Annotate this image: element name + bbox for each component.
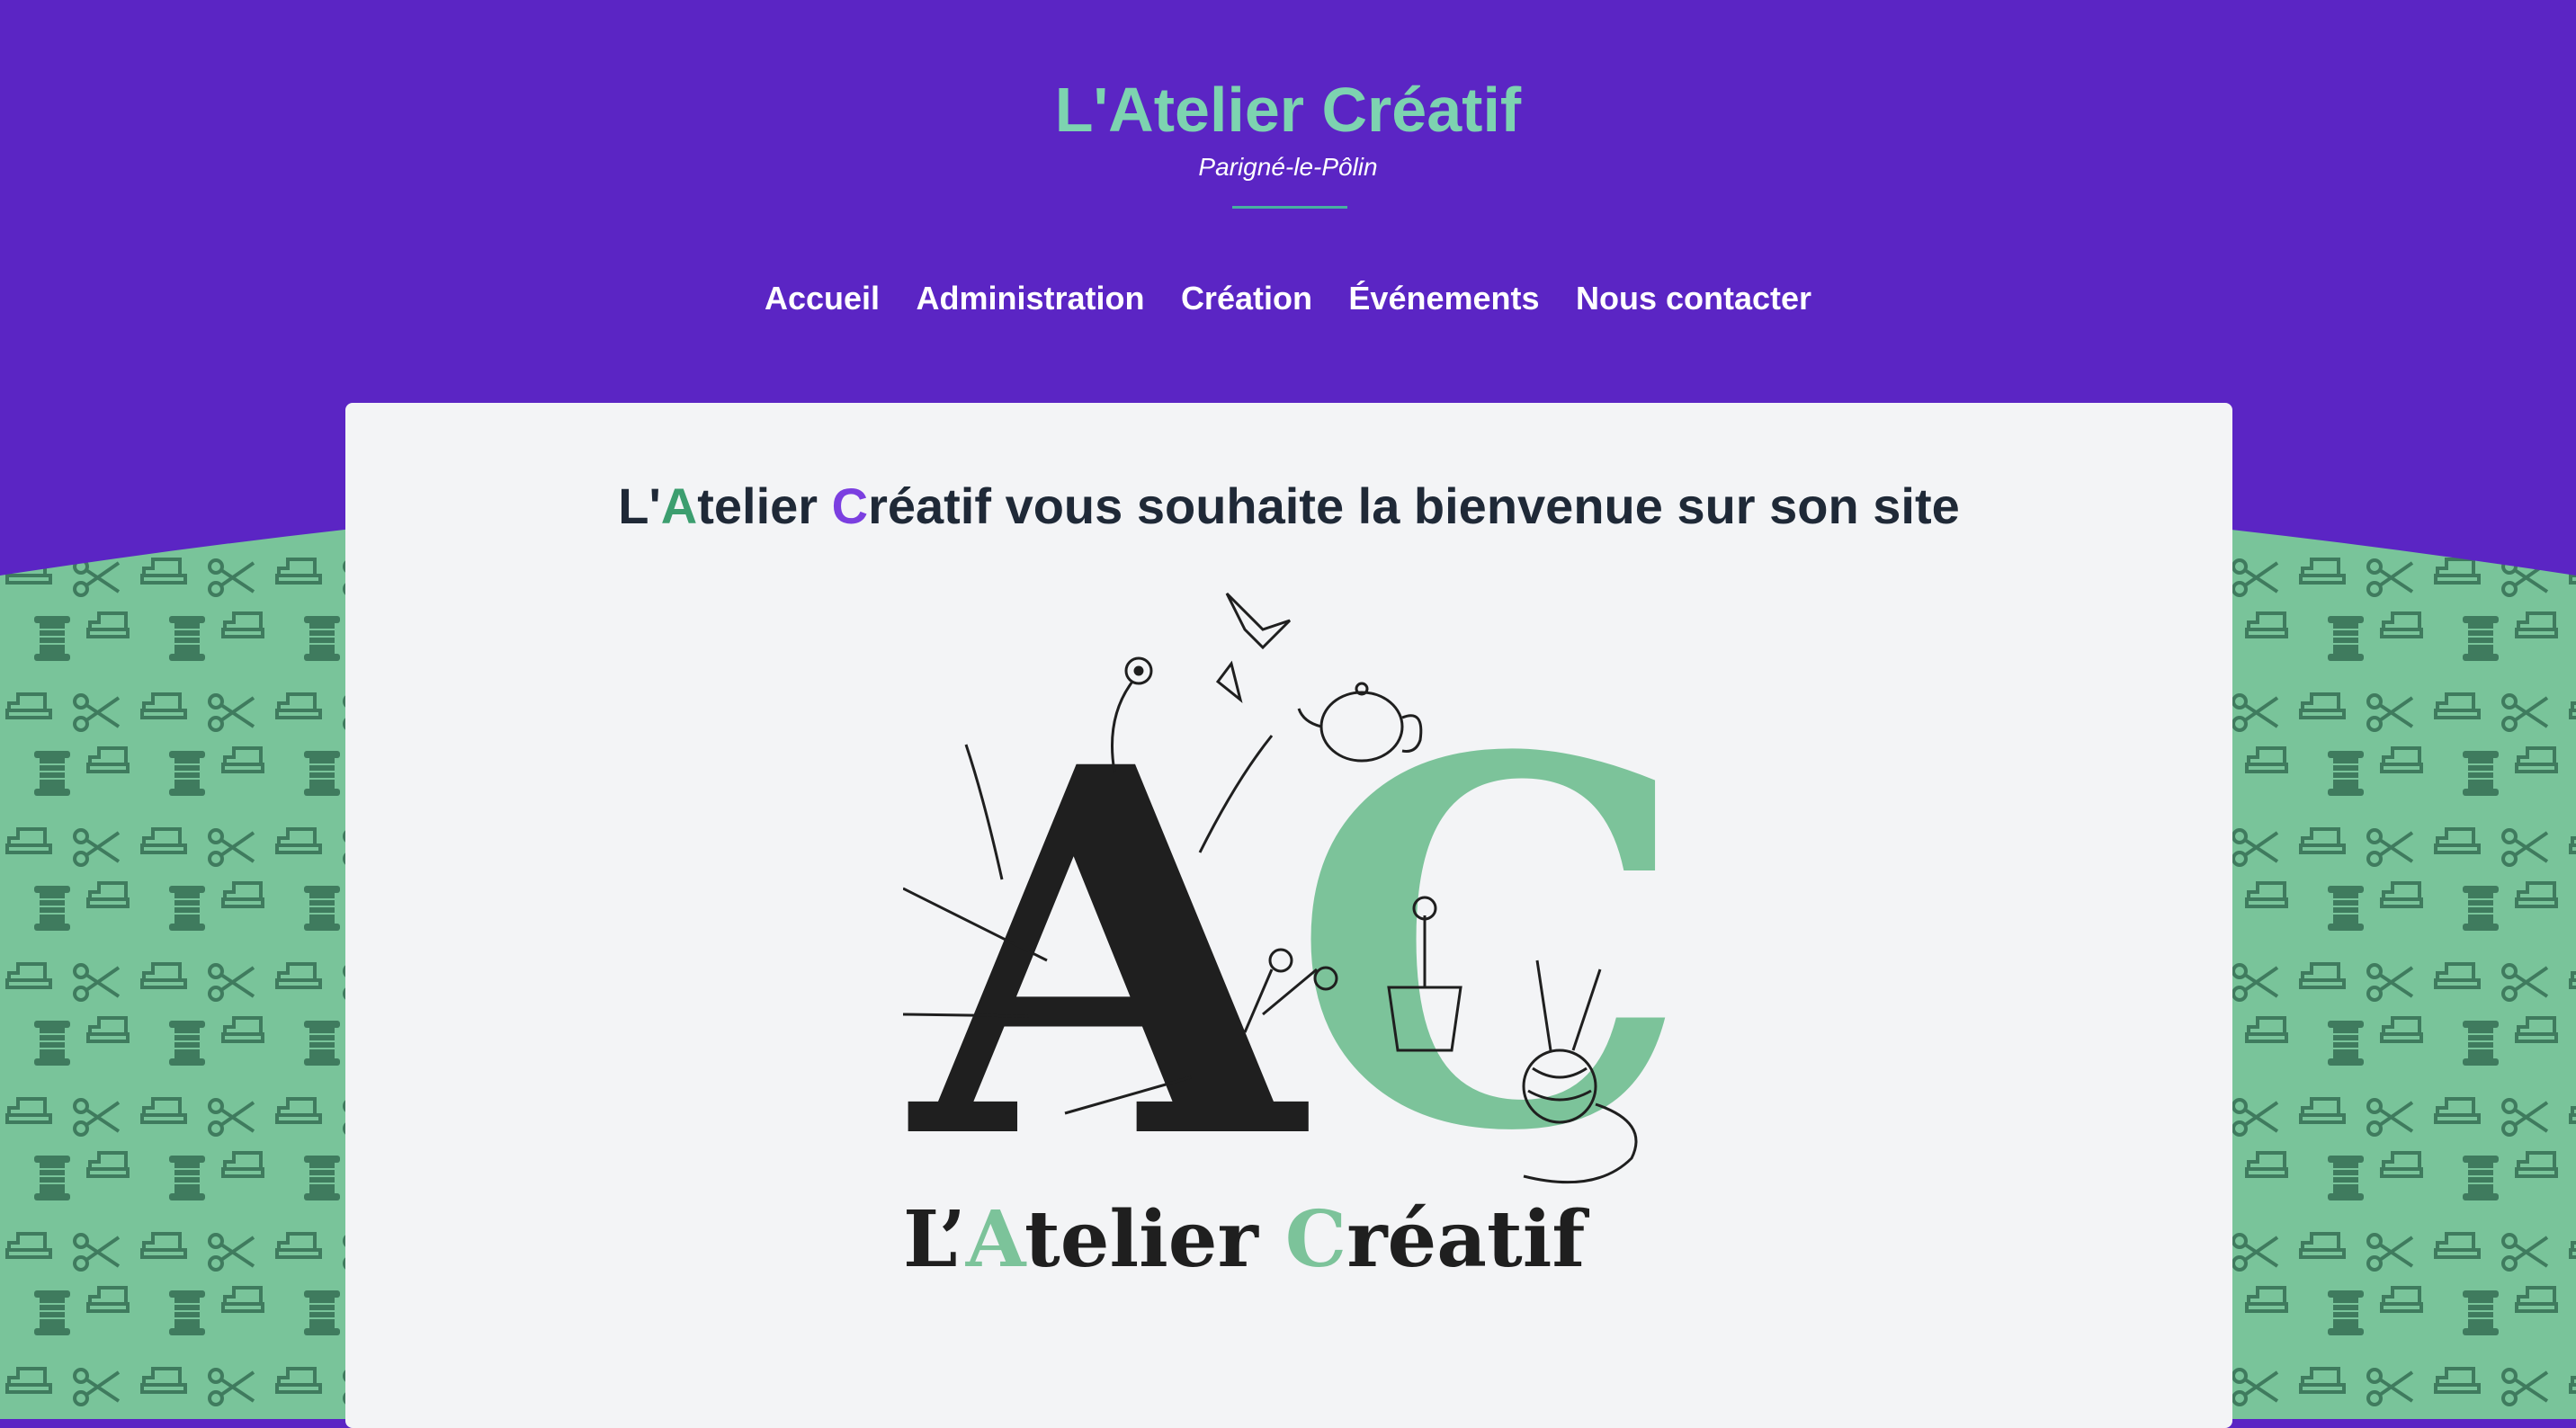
- site-subtitle: Parigné-le-Pôlin: [1198, 153, 1378, 181]
- logo-wordmark-suffix: réatif: [1346, 1194, 1589, 1284]
- logo-wordmark-a: A: [965, 1194, 1027, 1284]
- welcome-prefix: L': [618, 477, 661, 534]
- welcome-letter-a: A: [660, 477, 698, 534]
- nav-item-administration[interactable]: Administration: [916, 280, 1144, 317]
- nav-item-nous-contacter[interactable]: Nous contacter: [1576, 280, 1811, 317]
- main-nav: Accueil Administration Création Événemen…: [0, 280, 2576, 317]
- welcome-letter-c: C: [831, 477, 869, 534]
- title-divider: [1232, 206, 1347, 209]
- atelier-creatif-logo: C A L’Atelier Créatif: [903, 592, 1677, 1284]
- main-content-card: L'Atelier Créatif vous souhaite la bienv…: [345, 403, 2232, 1428]
- logo-big-a: A: [904, 659, 1313, 1251]
- logo-big-c: C: [1290, 650, 1677, 1242]
- nav-item-accueil[interactable]: Accueil: [765, 280, 880, 317]
- logo-wordmark-mid: telier: [1024, 1194, 1285, 1284]
- svg-text:L’Atelier Créatif: L’Atelier Créatif: [903, 1194, 1589, 1284]
- welcome-heading: L'Atelier Créatif vous souhaite la bienv…: [345, 477, 2232, 535]
- welcome-suffix: réatif vous souhaite la bienvenue sur so…: [868, 477, 1960, 534]
- site-title[interactable]: L'Atelier Créatif: [0, 74, 2576, 146]
- nav-item-creation[interactable]: Création: [1181, 280, 1312, 317]
- logo-wordmark-prefix: L’: [903, 1194, 966, 1284]
- logo-wordmark-c: C: [1285, 1194, 1346, 1284]
- welcome-mid: telier: [697, 477, 832, 534]
- nav-item-evenements[interactable]: Événements: [1348, 280, 1539, 317]
